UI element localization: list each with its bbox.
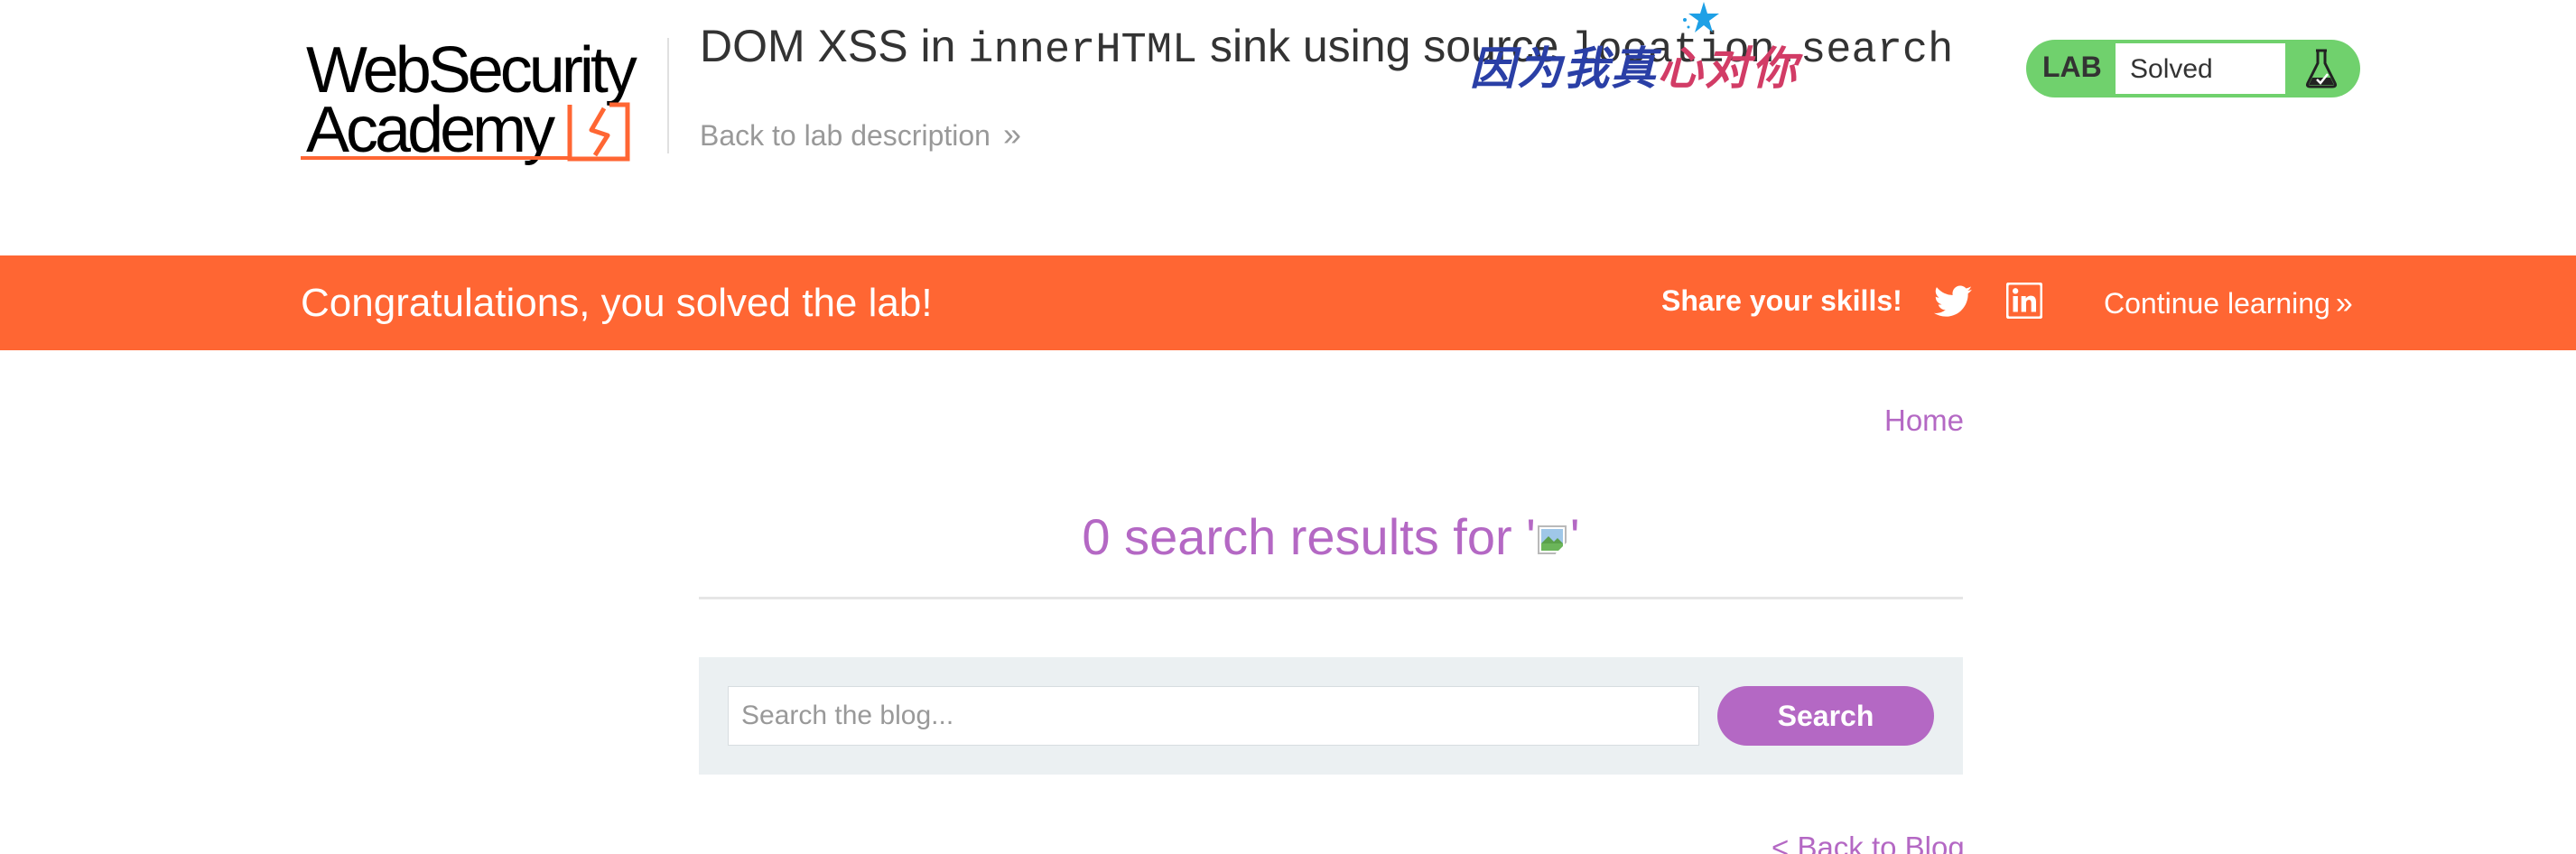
lab-status-value: Solved	[2130, 54, 2213, 84]
continue-learning-link[interactable]: Continue learning»	[2104, 286, 2353, 321]
broken-image-icon	[1537, 525, 1567, 555]
search-button[interactable]: Search	[1717, 686, 1934, 746]
linkedin-icon[interactable]	[2006, 283, 2042, 319]
overlay-text-blue: 因为我真	[1470, 42, 1658, 95]
results-suffix: '	[1569, 508, 1580, 565]
lightning-bolt-icon	[567, 102, 630, 162]
search-results-heading: 0 search results for ' '	[699, 507, 1963, 566]
results-divider	[699, 597, 1963, 599]
web-security-academy-logo[interactable]: WebSecurity Academy	[301, 34, 662, 170]
overlay-text-red: 心对你	[1658, 42, 1799, 95]
home-link[interactable]: Home	[1884, 404, 1964, 438]
search-input[interactable]	[728, 686, 1699, 746]
overlay-text: 因为我真心对你	[1470, 32, 1799, 97]
lab-status-label: LAB	[2042, 51, 2102, 83]
header-divider	[667, 38, 669, 153]
header: WebSecurity Academy DOM XSS in innerHTML…	[0, 0, 2576, 255]
search-panel: Search	[699, 657, 1963, 775]
logo-underline	[301, 156, 572, 160]
lab-title-code: innerHTML	[968, 27, 1198, 75]
share-skills-label: Share your skills!	[1661, 284, 1902, 317]
continue-learning-label: Continue learning	[2104, 287, 2330, 320]
back-to-blog-link[interactable]: < Back to Blog	[1772, 831, 1965, 854]
lab-status-box: Solved	[2115, 42, 2286, 95]
back-to-lab-description-label: Back to lab description	[700, 119, 990, 152]
double-chevron-right-icon: »	[2335, 286, 2353, 320]
back-to-lab-description-link[interactable]: Back to lab description »	[700, 116, 1021, 153]
congratulations-message: Congratulations, you solved the lab!	[301, 281, 933, 325]
logo-text-line2: Academy	[306, 94, 555, 166]
star-icon	[1683, 2, 1719, 32]
solved-banner: Congratulations, you solved the lab! Sha…	[0, 255, 2576, 350]
lab-title-prefix: DOM XSS in	[700, 21, 969, 71]
twitter-icon[interactable]	[1934, 284, 1972, 319]
double-chevron-right-icon: »	[1002, 116, 1021, 153]
results-prefix: 0 search results for '	[1082, 508, 1536, 565]
lab-status-widget: LAB Solved	[2026, 40, 2360, 97]
flask-icon	[2305, 49, 2338, 88]
page: WebSecurity Academy DOM XSS in innerHTML…	[0, 0, 2576, 854]
